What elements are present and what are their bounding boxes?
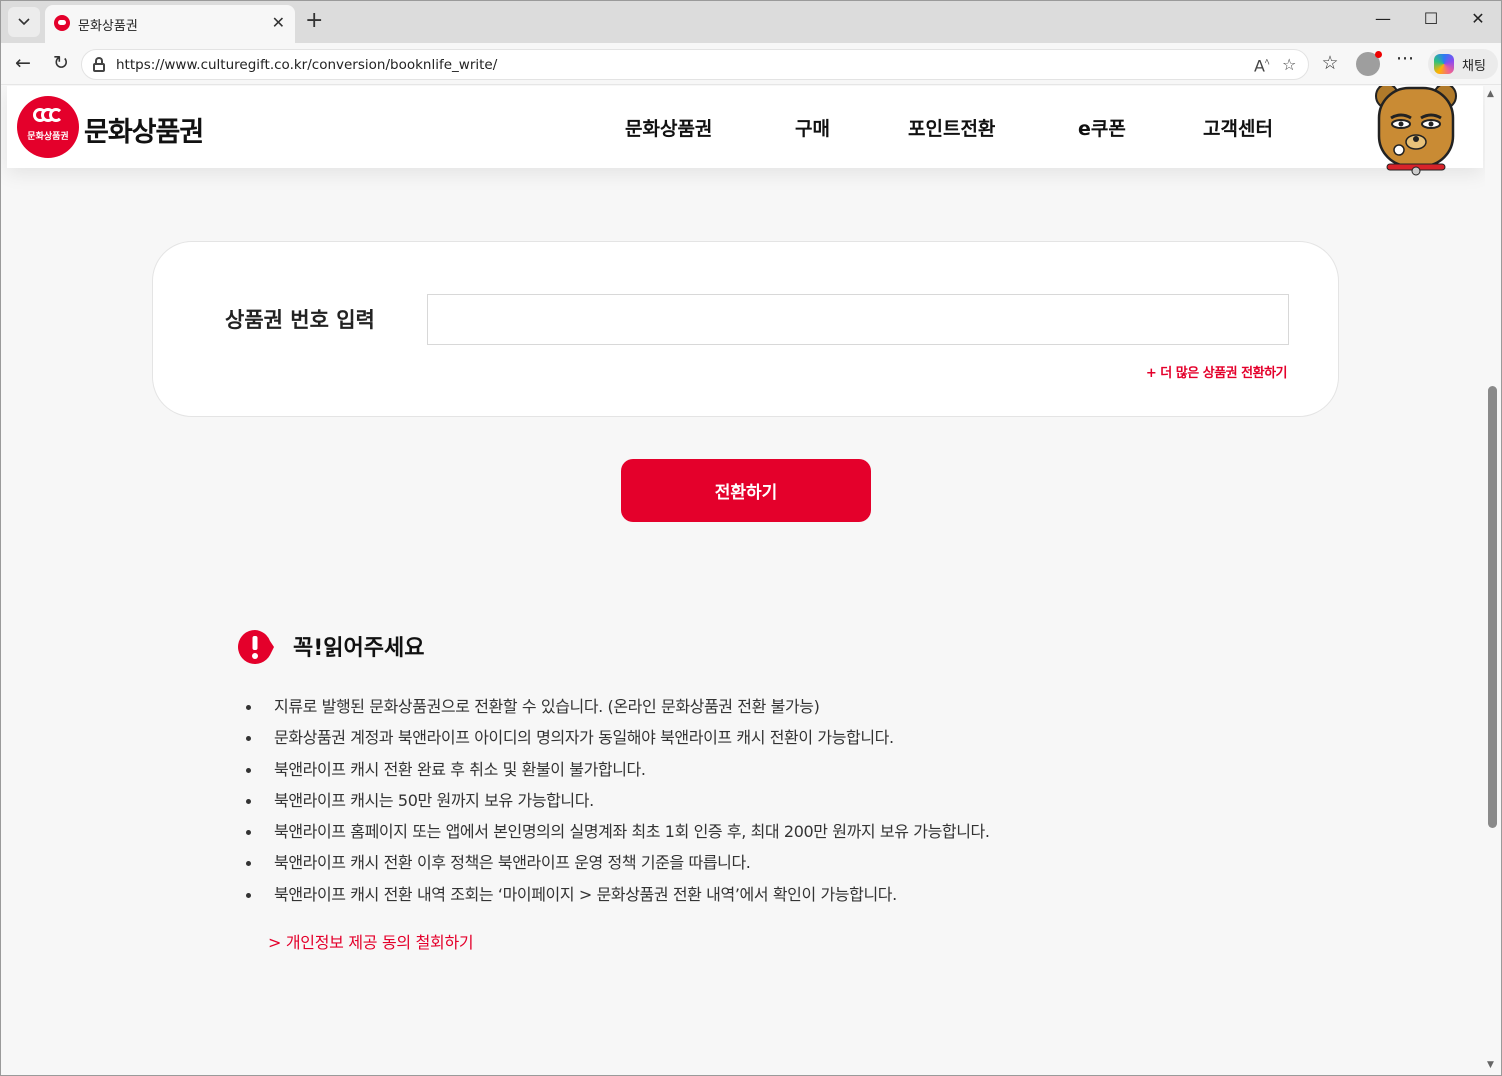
logo-text[interactable]: 문화상품권 — [84, 110, 204, 149]
voucher-number-label: 상품권 번호 입력 — [225, 308, 375, 332]
page-scrollbar[interactable]: ▲ ▼ — [1485, 86, 1501, 1075]
close-tab-icon[interactable]: ✕ — [272, 13, 285, 32]
browser-window: 문화상품권 ✕ + — ☐ ✕ ← ↻ https://www.cultureg… — [0, 0, 1502, 1076]
site-favicon-icon — [54, 15, 70, 31]
more-menu-icon[interactable]: ··· — [1392, 48, 1418, 70]
scrollbar-thumb[interactable] — [1488, 386, 1497, 828]
convert-button[interactable]: 전환하기 — [621, 459, 871, 522]
logo-badge-text: 문화상품권 — [27, 132, 69, 142]
scroll-down-icon[interactable]: ▼ — [1487, 1060, 1494, 1070]
active-tab[interactable]: 문화상품권 ✕ — [45, 5, 295, 43]
logo-mark-icon — [33, 108, 63, 122]
chevron-down-icon — [18, 18, 30, 26]
favorite-star-icon[interactable]: ☆ — [1282, 55, 1296, 74]
notice-item: 북앤라이프 홈페이지 또는 앱에서 본인명의의 실명계좌 최초 1회 인증 후,… — [246, 819, 1146, 850]
mascot-character-icon[interactable] — [1373, 86, 1459, 178]
notice-list: 지류로 발행된 문화상품권으로 전환할 수 있습니다. (온라인 문화상품권 전… — [246, 694, 1146, 913]
address-url[interactable]: https://www.culturegift.co.kr/conversion… — [116, 57, 497, 73]
address-bar[interactable]: https://www.culturegift.co.kr/conversion… — [81, 49, 1309, 80]
nav-item-purchase[interactable]: 구매 — [795, 114, 830, 141]
refresh-icon[interactable]: ↻ — [48, 52, 74, 74]
notice-item: 북앤라이프 캐시는 50만 원까지 보유 가능합니다. — [246, 788, 1146, 819]
logo-badge[interactable]: 문화상품권 — [17, 96, 79, 158]
voucher-input-card: 상품권 번호 입력 + 더 많은 상품권 전환하기 — [152, 241, 1339, 417]
close-window-icon[interactable]: ✕ — [1463, 9, 1493, 28]
copilot-label: 채팅 — [1462, 59, 1486, 74]
withdraw-consent-link[interactable]: > 개인정보 제공 동의 철회하기 — [268, 929, 474, 953]
read-aloud-icon[interactable]: Aﾍ — [1254, 55, 1269, 75]
browser-toolbar: ← ↻ https://www.culturegift.co.kr/conver… — [1, 43, 1501, 85]
notice-item: 문화상품권 계정과 북앤라이프 아이디의 명의자가 동일해야 북앤라이프 캐시 … — [246, 725, 1146, 756]
favorites-list-icon[interactable]: ☆ — [1317, 52, 1343, 74]
scroll-up-icon[interactable]: ▲ — [1487, 89, 1494, 99]
tab-list-button[interactable] — [8, 7, 40, 37]
notice-item: 지류로 발행된 문화상품권으로 전환할 수 있습니다. (온라인 문화상품권 전… — [246, 694, 1146, 725]
lock-icon — [92, 57, 106, 72]
profile-avatar[interactable] — [1356, 51, 1382, 76]
new-tab-icon[interactable]: + — [305, 9, 323, 33]
tab-strip: 문화상품권 ✕ + — ☐ ✕ — [1, 1, 1501, 43]
notice-item: 북앤라이프 캐시 전환 이후 정책은 북앤라이프 운영 정책 기준을 따릅니다. — [246, 850, 1146, 881]
nav-item-ecoupon[interactable]: e쿠폰 — [1078, 114, 1126, 141]
voucher-number-input[interactable] — [427, 294, 1289, 345]
notice-title: 꼭!읽어주세요 — [293, 636, 425, 661]
add-more-vouchers-link[interactable]: + 더 많은 상품권 전환하기 — [1146, 362, 1288, 381]
nav-item-culturegift[interactable]: 문화상품권 — [625, 114, 712, 141]
nav-item-customer-center[interactable]: 고객센터 — [1203, 114, 1273, 141]
notice-item: 북앤라이프 캐시 전환 내역 조회는 ‘마이페이지 > 문화상품권 전환 내역’… — [246, 882, 1146, 913]
page-viewport: 문화상품권 문화상품권 문화상품권 구매 포인트전환 e쿠폰 고객센터 상품권 … — [1, 86, 1485, 1075]
copilot-icon — [1434, 54, 1454, 74]
notice-item: 북앤라이프 캐시 전환 완료 후 취소 및 환불이 불가합니다. — [246, 757, 1146, 788]
nav-item-point-conversion[interactable]: 포인트전환 — [908, 114, 995, 141]
minimize-icon[interactable]: — — [1368, 9, 1398, 28]
tab-title: 문화상품권 — [78, 19, 138, 34]
copilot-chat-button[interactable]: 채팅 — [1428, 49, 1498, 79]
maximize-icon[interactable]: ☐ — [1416, 9, 1446, 28]
back-icon[interactable]: ← — [10, 52, 36, 74]
site-header: 문화상품권 문화상품권 문화상품권 구매 포인트전환 e쿠폰 고객센터 — [7, 86, 1483, 176]
exclamation-icon — [238, 630, 274, 664]
